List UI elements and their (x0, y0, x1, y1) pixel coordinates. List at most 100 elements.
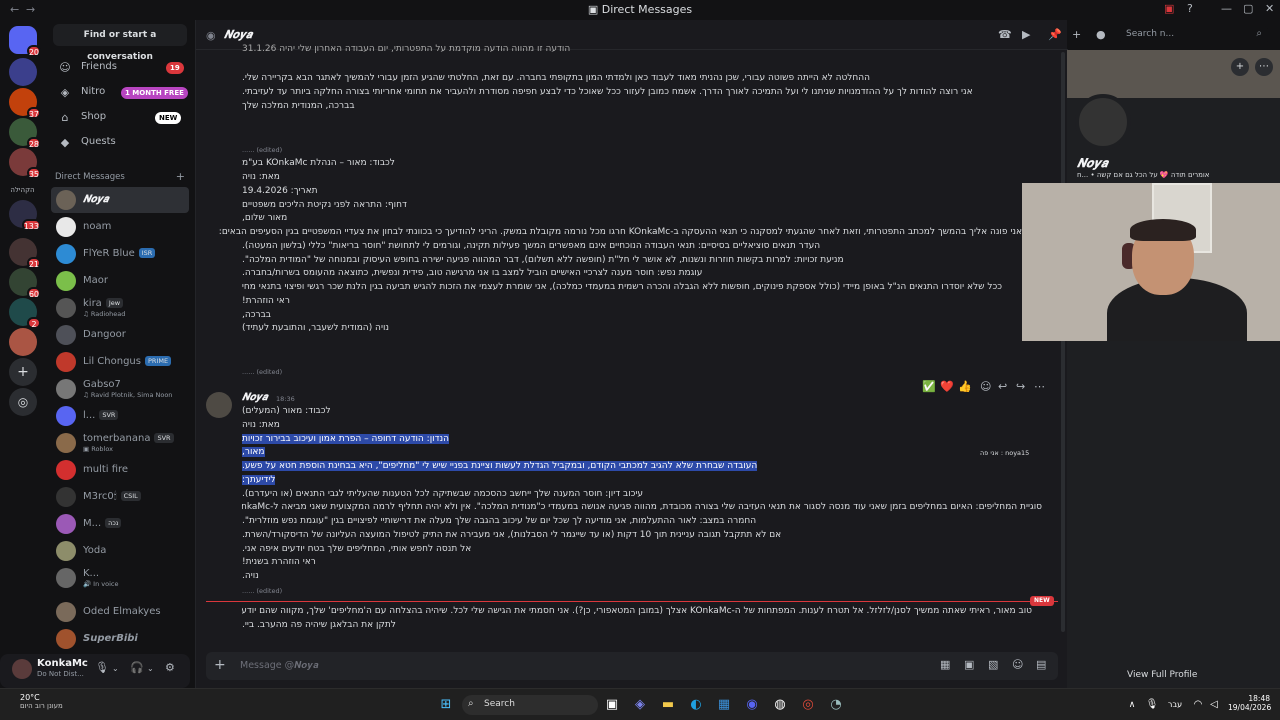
taskbar-search[interactable]: ⌕ Search (462, 695, 598, 715)
server-icon[interactable]: 60 (9, 268, 41, 299)
nav-shop[interactable]: ⌂ Shop NEW (51, 107, 189, 129)
close-icon[interactable]: ✕ (1265, 2, 1274, 15)
dm-item[interactable]: Dangoor (51, 322, 189, 348)
dm-item[interactable]: Lil Chongus PRIME (51, 349, 189, 375)
nitro-badge: 1 MONTH FREE (121, 87, 188, 99)
message-author[interactable]: 𝑵𝒐𝒚𝒂 (242, 392, 267, 403)
attach-plus-icon[interactable]: + (214, 657, 226, 673)
dm-item[interactable]: l... SVR (51, 403, 189, 429)
voice-call-icon[interactable]: ☎ (998, 28, 1012, 41)
server-icon[interactable]: 37 (9, 88, 41, 119)
profile-avatar[interactable] (1075, 94, 1131, 150)
view-full-profile-button[interactable]: View Full Profile (1127, 670, 1197, 680)
chat-scrollbar[interactable] (1061, 52, 1065, 632)
reaction-check-icon[interactable]: ✅ (922, 380, 936, 393)
minimize-icon[interactable]: — (1221, 2, 1232, 15)
avatar[interactable] (12, 659, 32, 679)
dm-item[interactable]: Gabso7 ♫ Ravid Plotnik, Sima Noon (51, 376, 189, 402)
server-icon[interactable] (9, 58, 37, 86)
chrome-icon[interactable]: ◎ (800, 697, 816, 713)
server-icon[interactable]: 21 (9, 238, 41, 269)
obs-icon[interactable]: ◍ (772, 697, 788, 713)
discord-taskbar-icon[interactable]: ◉ (744, 697, 760, 713)
nav-label: Friends (81, 61, 117, 72)
dm-item[interactable]: Oded Elmakyes (51, 599, 189, 625)
avatar[interactable] (206, 392, 232, 418)
taskbar-clock[interactable]: 18:48 19/04/2026 (1228, 694, 1271, 712)
windows-taskbar: 20°C מעונן רוב היום ⊞ ⌕ Search ▣ ◈ ▬ ◐ ▦… (0, 688, 1280, 720)
help-icon[interactable]: ? (1187, 2, 1193, 15)
add-friends-icon[interactable]: + (1072, 28, 1081, 41)
dm-item[interactable]: tomerbanana SVR ▣ Roblox (51, 430, 189, 456)
dm-item[interactable]: Yoda (51, 538, 189, 564)
settings-gear-icon[interactable]: ⚙ (165, 661, 175, 674)
gif-icon[interactable]: ▣ (964, 658, 974, 671)
nav-friends[interactable]: ☺ Friends 19 (51, 57, 189, 79)
server-icon[interactable]: 35 (9, 148, 41, 179)
nav-nitro[interactable]: ◈ Nitro 1 MONTH FREE (51, 82, 189, 104)
server-tag: SVR (99, 410, 119, 420)
server-icon[interactable]: 2 (9, 298, 41, 329)
dm-item[interactable]: noam (51, 214, 189, 240)
teams-icon[interactable]: ◈ (632, 697, 648, 713)
weather-widget[interactable]: 20°C מעונן רוב היום (20, 693, 63, 710)
message-text: ראי הוזהרת בשנית! (242, 557, 316, 567)
language-indicator[interactable]: עבר (1162, 697, 1188, 713)
task-view-icon[interactable]: ▣ (604, 697, 620, 713)
find-conversation-button[interactable]: Find or start a conversation (53, 24, 187, 62)
pin-icon[interactable]: 📌 (1048, 28, 1062, 41)
more-options-icon[interactable]: ⋯ (1255, 58, 1273, 76)
apps-icon[interactable]: ▤ (1036, 658, 1046, 671)
nav-quests[interactable]: ◆ Quests (51, 132, 189, 154)
reaction-heart-icon[interactable]: ❤️ (940, 380, 954, 393)
message-input[interactable]: + Message @𝑵𝒐𝒚𝒂 ▦ ▣ ▧ ☺ ▤ (206, 652, 1058, 680)
add-reaction-icon[interactable]: ☺ (980, 380, 991, 393)
user-profile-icon[interactable]: ● (1096, 28, 1106, 41)
dm-item[interactable]: M... נכה (51, 511, 189, 537)
add-friend-icon[interactable]: + (1231, 58, 1249, 76)
inbox-icon[interactable]: ▣ (1164, 2, 1174, 15)
gift-icon[interactable]: ▦ (940, 658, 950, 671)
dm-item[interactable]: K... 🔊 In voice (51, 565, 189, 591)
dm-item[interactable]: M3rc0🕯 CSIL (51, 484, 189, 510)
message-text: לכבוד: מאור (המעלים) (242, 406, 331, 416)
reaction-thumbsup-icon[interactable]: 👍 (958, 380, 972, 393)
dm-item[interactable]: FlYeR Blue ISR (51, 241, 189, 267)
headphones-icon[interactable]: 🎧 (130, 661, 144, 674)
maximize-icon[interactable]: ▢ (1243, 2, 1253, 15)
file-explorer-icon[interactable]: ▬ (660, 697, 676, 713)
forward-icon[interactable]: ↪ (1016, 380, 1025, 393)
chevron-down-icon[interactable]: ⌄ (112, 664, 119, 673)
server-tag: SVR (154, 433, 174, 443)
more-options-icon[interactable]: ⋯ (1034, 380, 1045, 393)
edited-label: ...... (edited) (242, 368, 283, 376)
server-icon[interactable]: 28 (9, 118, 41, 149)
server-icon[interactable] (9, 328, 37, 356)
dm-item[interactable]: multi fire (51, 457, 189, 483)
home-button[interactable]: 20 (9, 26, 41, 57)
chevron-down-icon[interactable]: ⌄ (147, 664, 154, 673)
server-icon[interactable]: 133 (9, 200, 41, 231)
add-server-icon[interactable]: + (9, 358, 37, 386)
windows-start-icon[interactable]: ⊞ (438, 697, 454, 713)
create-dm-icon[interactable]: + (176, 170, 185, 183)
microphone-icon[interactable]: 🎙 (95, 661, 109, 674)
store-icon[interactable]: ▦ (716, 697, 732, 713)
emoji-icon[interactable]: ☺ (1012, 658, 1023, 671)
video-call-icon[interactable]: ▶ (1022, 28, 1030, 41)
microphone-tray-icon[interactable]: 🎙 (1144, 697, 1160, 713)
tray-chevron-icon[interactable]: ∧ (1124, 697, 1140, 713)
dm-item[interactable]: 𝑵𝒐𝒚𝒂 (51, 187, 189, 213)
discover-icon[interactable]: ◎ (9, 388, 37, 416)
wifi-icon[interactable]: ◠ (1190, 697, 1206, 713)
sticker-icon[interactable]: ▧ (988, 658, 998, 671)
steam-icon[interactable]: ◔ (828, 697, 844, 713)
search-input[interactable]: Search n... ⌕ (1120, 26, 1268, 44)
volume-icon[interactable]: ◁ (1206, 697, 1222, 713)
dm-item[interactable]: kira Jew ♫ Radiohead (51, 295, 189, 321)
edge-icon[interactable]: ◐ (688, 697, 704, 713)
dm-item[interactable]: SuperBibi (51, 626, 189, 652)
dm-item[interactable]: Maor (51, 268, 189, 294)
reply-icon[interactable]: ↩ (998, 380, 1007, 393)
message-text: בברכה, (242, 310, 271, 320)
